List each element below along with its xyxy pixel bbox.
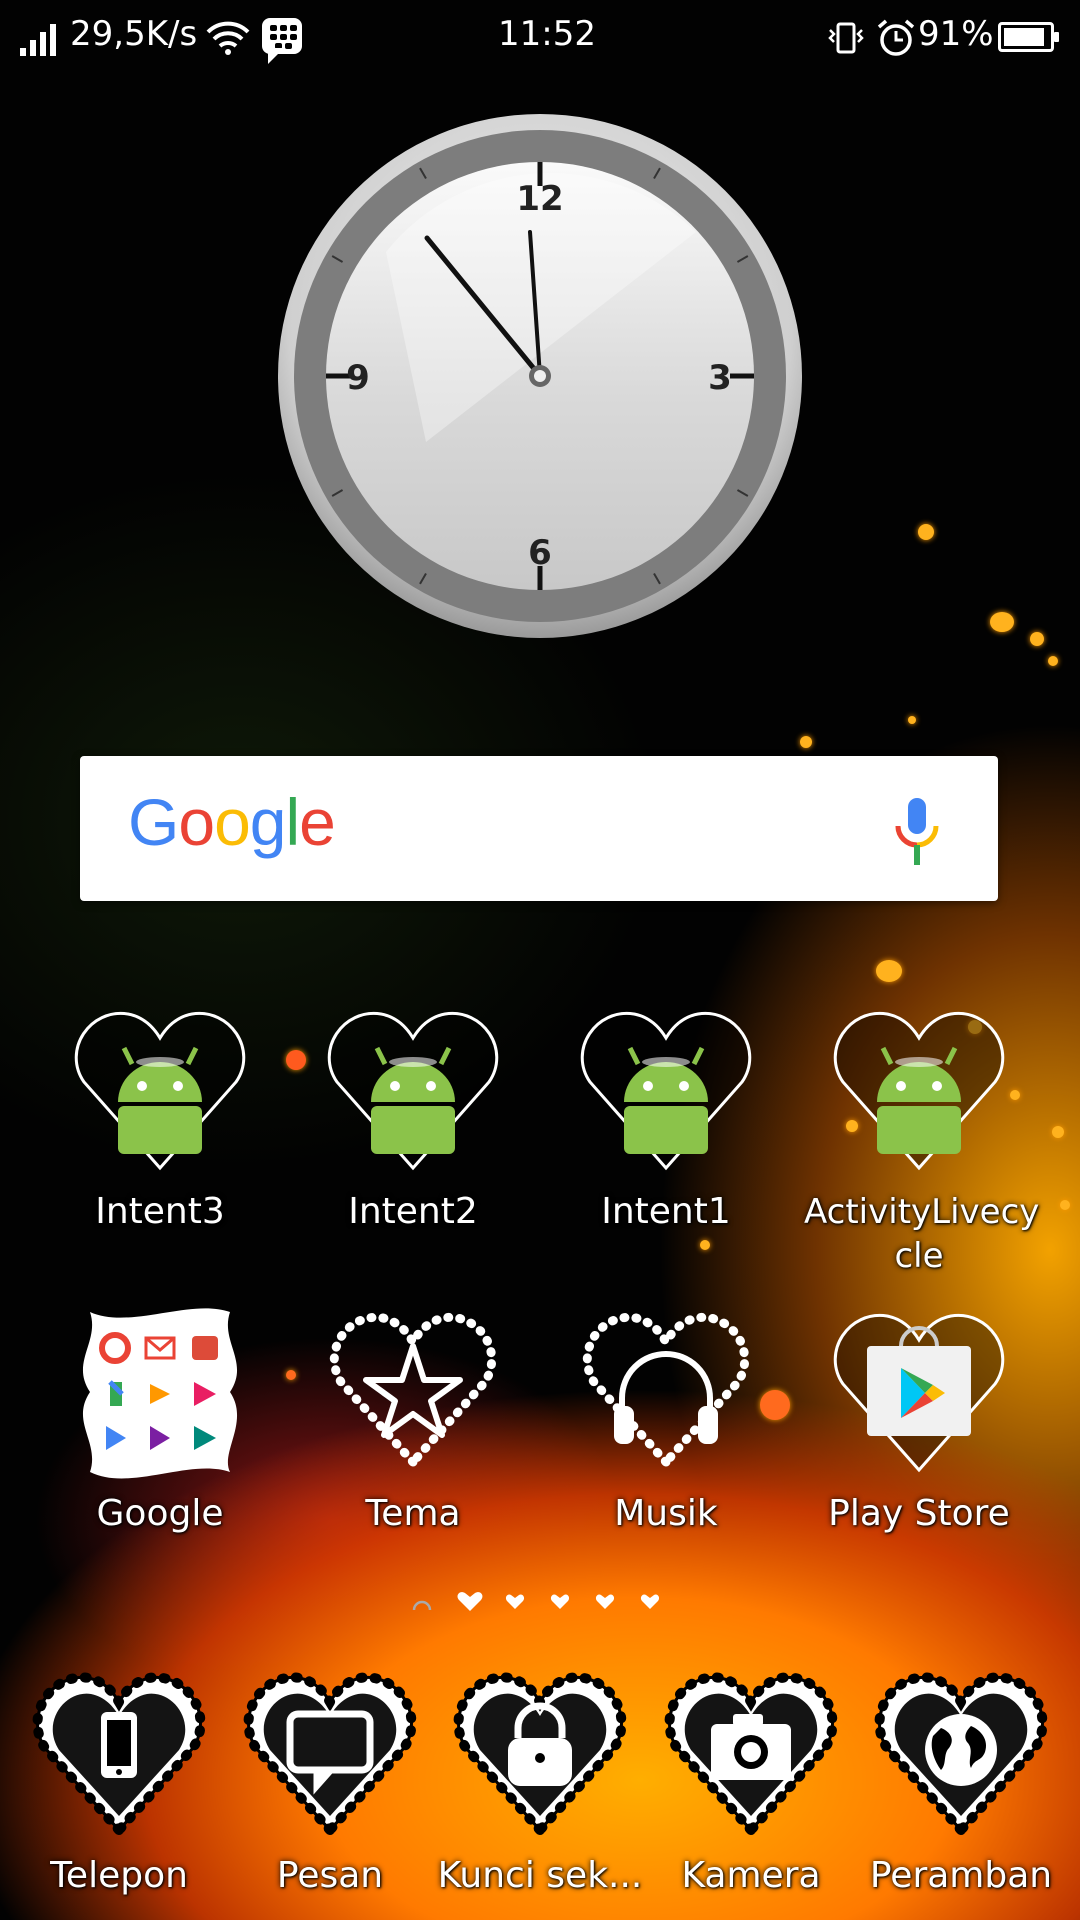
- bbm-icon: [262, 18, 302, 64]
- app-label: Telepon: [50, 1855, 188, 1896]
- android-icon: [74, 1011, 246, 1171]
- app-intent2[interactable]: Intent2: [298, 1000, 528, 1234]
- star-icon: [329, 1312, 497, 1469]
- wifi-icon: [206, 21, 250, 55]
- dock-telepon[interactable]: Telepon: [4, 1666, 234, 1898]
- battery-percent: 91%: [918, 14, 994, 54]
- app-label: Kunci sek...: [437, 1855, 643, 1896]
- lock-icon: [453, 1672, 627, 1838]
- play-store-icon: [833, 1313, 1005, 1473]
- app-label: Google: [96, 1493, 224, 1534]
- dock-kunci-sek[interactable]: Kunci sek...: [425, 1666, 655, 1898]
- vibrate-icon: [828, 22, 864, 54]
- status-time: 11:52: [498, 14, 596, 54]
- app-label: Play Store: [828, 1493, 1010, 1534]
- page-dots: [457, 1592, 660, 1611]
- signal-icon: [20, 22, 60, 56]
- app-tema[interactable]: Tema: [298, 1302, 528, 1536]
- android-icon: [327, 1011, 499, 1171]
- battery-icon: [998, 22, 1059, 52]
- clock-numeral-3: 3: [708, 358, 732, 398]
- app-label: Musik: [614, 1493, 718, 1534]
- alarm-icon: [877, 19, 915, 56]
- app-label: Pesan: [276, 1855, 384, 1896]
- app-play-store[interactable]: Play Store: [804, 1302, 1034, 1536]
- dock-peramban[interactable]: Peramban: [846, 1666, 1076, 1898]
- network-speed: 29,5K/s: [70, 14, 198, 54]
- app-intent1[interactable]: Intent1: [551, 1000, 781, 1234]
- dock-pesan[interactable]: Pesan: [215, 1666, 445, 1898]
- home-page-icon: [412, 1600, 432, 1611]
- folder-google[interactable]: Google: [45, 1302, 275, 1536]
- android-icon: [833, 1011, 1005, 1171]
- app-label: Intent3: [95, 1191, 225, 1232]
- analog-clock-widget[interactable]: 12 3 6 9: [276, 112, 804, 640]
- google-search-bar[interactable]: Google: [80, 756, 998, 901]
- status-bar: 29,5K/s 11:52 91%: [0, 0, 1080, 80]
- clock-numeral-6: 6: [528, 533, 552, 573]
- message-icon: [243, 1672, 417, 1838]
- app-label: Intent1: [601, 1191, 731, 1232]
- app-intent3[interactable]: Intent3: [45, 1000, 275, 1234]
- app-label: ActivityLivecy cle: [804, 1192, 1040, 1276]
- app-label: Tema: [365, 1493, 461, 1534]
- app-label: Kamera: [681, 1855, 821, 1896]
- phone-icon: [32, 1672, 206, 1838]
- mic-icon[interactable]: [892, 796, 942, 868]
- app-activitylivecycle[interactable]: ActivityLivecy cle: [804, 1000, 1040, 1278]
- camera-icon: [664, 1672, 838, 1838]
- app-label: Intent2: [348, 1191, 478, 1232]
- page-indicator[interactable]: [410, 1590, 670, 1614]
- dock-kamera[interactable]: Kamera: [636, 1666, 866, 1898]
- app-label: Peramban: [869, 1855, 1053, 1896]
- google-logo: Google: [128, 785, 336, 859]
- clock-numeral-12: 12: [516, 179, 563, 219]
- google-folder-icon: [82, 1308, 238, 1479]
- globe-icon: [874, 1672, 1048, 1838]
- clock-numeral-9: 9: [346, 358, 370, 398]
- app-musik[interactable]: Musik: [551, 1302, 781, 1536]
- headphones-icon: [582, 1312, 750, 1469]
- android-icon: [580, 1011, 752, 1171]
